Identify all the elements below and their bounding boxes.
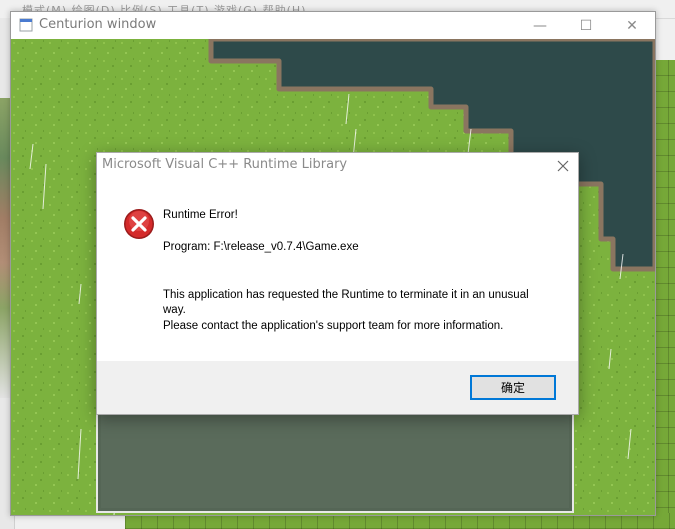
game-titlebar[interactable]: Centurion window — ☐ ✕	[11, 12, 655, 39]
error-heading: Runtime Error!	[163, 209, 238, 221]
error-icon	[124, 209, 154, 239]
minimize-button[interactable]: —	[517, 12, 563, 39]
error-program-path: Program: F:\release_v0.7.4\Game.exe	[163, 241, 359, 253]
close-icon: ✕	[626, 17, 638, 34]
ok-button[interactable]: 确定	[470, 375, 556, 400]
maximize-icon: ☐	[579, 17, 593, 34]
error-message-line-3: Please contact the application's support…	[163, 320, 504, 332]
dialog-close-button[interactable]	[548, 153, 578, 179]
maximize-button[interactable]: ☐	[563, 12, 609, 39]
close-icon	[557, 160, 569, 172]
minimize-icon: —	[533, 17, 547, 34]
runtime-error-dialog: Microsoft Visual C++ Runtime Library Run…	[96, 152, 579, 415]
error-message-line-2: way.	[163, 304, 186, 316]
dialog-footer: 确定	[97, 361, 578, 414]
app-icon	[19, 18, 33, 32]
close-button[interactable]: ✕	[609, 12, 655, 39]
game-window-title: Centurion window	[39, 17, 157, 32]
error-message-line-1: This application has requested the Runti…	[163, 289, 529, 301]
dialog-title: Microsoft Visual C++ Runtime Library	[102, 157, 348, 172]
